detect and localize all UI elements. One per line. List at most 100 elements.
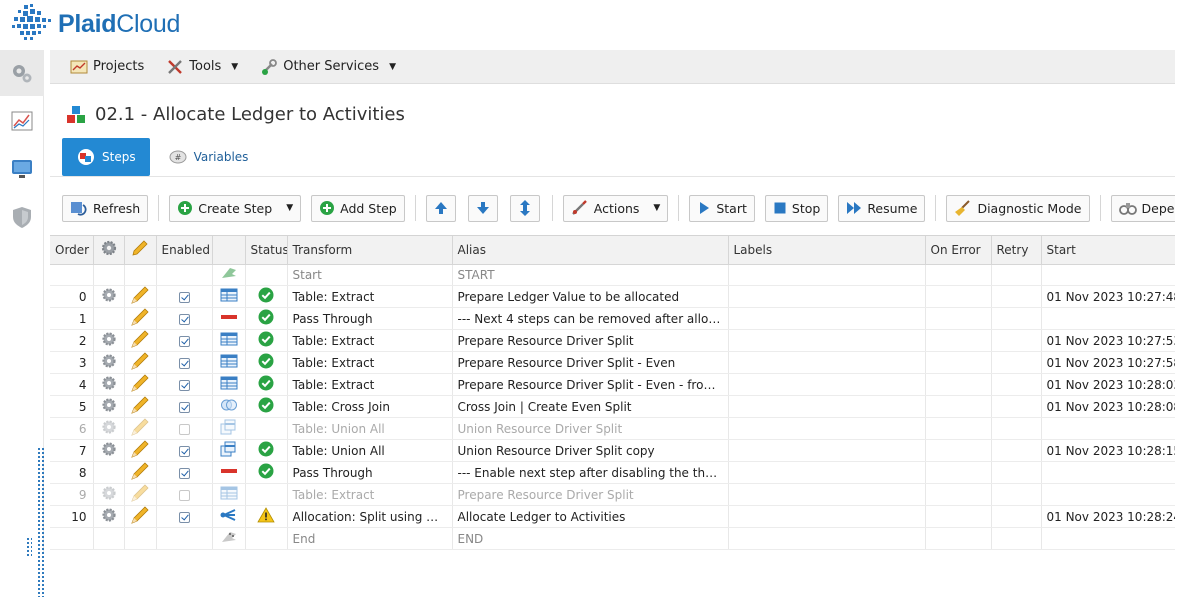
pencil-icon[interactable] — [131, 506, 149, 527]
col-header-status[interactable]: Status — [245, 236, 288, 265]
col-header-transform[interactable]: Transform — [287, 236, 453, 265]
enabled-checkbox[interactable] — [178, 291, 190, 303]
gear-icon[interactable] — [101, 354, 117, 372]
gear-icon[interactable] — [101, 376, 117, 394]
resume-button[interactable]: Resume — [838, 194, 926, 222]
table-row[interactable]: 8 Pass Through --- Enable next step after … — [50, 461, 1175, 485]
col-header-edit[interactable] — [124, 236, 157, 265]
cell-settings[interactable] — [93, 285, 125, 309]
menu-projects[interactable]: Projects — [70, 59, 144, 75]
gear-icon[interactable] — [101, 288, 117, 306]
col-header-enabled[interactable]: Enabled — [156, 236, 213, 265]
rail-item-workflows[interactable] — [0, 50, 44, 96]
enabled-checkbox[interactable] — [178, 401, 190, 413]
move-down-button[interactable] — [467, 194, 498, 222]
dependencies-button[interactable]: Depen — [1110, 194, 1175, 222]
table-row[interactable]: 5 Table: Cross Join Cross Join | Create Ev… — [50, 395, 1175, 419]
enabled-checkbox[interactable] — [178, 467, 190, 479]
plaidcloud-logo[interactable]: PlaidCloud — [10, 2, 180, 46]
col-header-type[interactable] — [212, 236, 246, 265]
cell-settings[interactable] — [93, 483, 125, 507]
pencil-icon[interactable] — [131, 396, 149, 417]
cell-edit[interactable] — [124, 351, 157, 375]
menu-other-services[interactable]: Other Services ▼ — [260, 58, 396, 76]
table-row[interactable]: 4 Table: Extract Prepare Resource Driver S… — [50, 373, 1175, 397]
rail-resize-handle[interactable] — [26, 537, 32, 557]
start-button[interactable]: Start — [689, 194, 755, 222]
pencil-icon[interactable] — [131, 286, 149, 307]
enabled-checkbox[interactable] — [178, 511, 190, 523]
rail-item-analytics[interactable] — [0, 98, 44, 144]
col-header-retry[interactable]: Retry — [991, 236, 1042, 265]
col-header-settings[interactable] — [93, 236, 125, 265]
table-row[interactable]: 9 Table: Extract Prepare Resource Driver S… — [50, 483, 1175, 507]
col-header-start[interactable]: Start — [1041, 236, 1175, 265]
gear-icon[interactable] — [101, 398, 117, 416]
cell-settings[interactable] — [93, 351, 125, 375]
gear-icon[interactable] — [101, 508, 117, 526]
diagnostic-mode-button[interactable]: Diagnostic Mode — [946, 194, 1090, 222]
pencil-icon[interactable] — [131, 440, 149, 461]
gear-icon[interactable] — [101, 332, 117, 350]
cell-edit[interactable] — [124, 439, 157, 463]
move-up-button[interactable] — [425, 194, 456, 222]
tab-steps[interactable]: Steps — [62, 138, 150, 176]
pencil-icon[interactable] — [131, 418, 149, 439]
move-to-button[interactable] — [509, 194, 540, 222]
cell-edit[interactable] — [124, 285, 157, 309]
table-row[interactable]: 1 Pass Through --- Next 4 steps can be rem… — [50, 307, 1175, 331]
cell-edit[interactable] — [124, 505, 157, 529]
create-step-button[interactable]: Create Step ▼ — [169, 194, 302, 222]
refresh-button[interactable]: Refresh — [62, 194, 149, 222]
enabled-checkbox[interactable] — [178, 357, 190, 369]
table-row[interactable]: 2 Table: Extract Prepare Resource Driver S… — [50, 329, 1175, 353]
pencil-icon[interactable] — [131, 330, 149, 351]
col-header-on-error[interactable]: On Error — [925, 236, 992, 265]
rail-item-security[interactable] — [0, 194, 44, 240]
menu-tools[interactable]: Tools ▼ — [166, 58, 238, 76]
col-header-alias[interactable]: Alias — [452, 236, 729, 265]
cell-settings[interactable] — [93, 373, 125, 397]
table-row[interactable]: End END — [50, 527, 1175, 551]
add-step-button[interactable]: Add Step — [311, 194, 405, 222]
cell-edit[interactable] — [124, 329, 157, 353]
col-header-order[interactable]: Order — [50, 236, 94, 265]
table-row[interactable]: 0 Table: Extract Prepare Ledger Value to b… — [50, 285, 1175, 309]
table-row[interactable]: 7 Table: Union All Union Resource Driver S… — [50, 439, 1175, 463]
pencil-icon[interactable] — [131, 374, 149, 395]
gear-icon[interactable] — [101, 420, 117, 438]
pencil-icon[interactable] — [131, 308, 149, 329]
pencil-icon[interactable] — [131, 352, 149, 373]
cell-edit[interactable] — [124, 373, 157, 397]
cell-edit[interactable] — [124, 307, 157, 331]
pencil-icon[interactable] — [131, 462, 149, 483]
tab-variables[interactable]: # Variables — [154, 138, 263, 176]
enabled-checkbox[interactable] — [178, 313, 190, 325]
table-row[interactable]: Start START — [50, 264, 1175, 287]
gear-icon[interactable] — [101, 486, 117, 504]
cell-settings[interactable] — [93, 329, 125, 353]
cell-settings[interactable] — [93, 417, 125, 441]
cell-settings[interactable] — [93, 395, 125, 419]
cell-edit[interactable] — [124, 483, 157, 507]
pencil-icon[interactable] — [131, 484, 149, 505]
cell-edit[interactable] — [124, 461, 157, 485]
cell-alias: Prepare Ledger Value to be allocated — [452, 285, 729, 309]
enabled-checkbox[interactable] — [178, 489, 190, 501]
table-row[interactable]: 3 Table: Extract Prepare Resource Driver S… — [50, 351, 1175, 375]
cell-settings[interactable] — [93, 439, 125, 463]
cell-edit[interactable] — [124, 417, 157, 441]
enabled-checkbox[interactable] — [178, 379, 190, 391]
actions-button[interactable]: Actions ▼ — [562, 194, 669, 222]
gear-icon[interactable] — [101, 442, 117, 460]
table-row[interactable]: 10 Allocation: Split using D... Allocate L… — [50, 505, 1175, 529]
stop-button[interactable]: Stop — [764, 194, 829, 222]
cell-edit[interactable] — [124, 395, 157, 419]
col-header-labels[interactable]: Labels — [728, 236, 926, 265]
cell-settings[interactable] — [93, 505, 125, 529]
enabled-checkbox[interactable] — [178, 445, 190, 457]
enabled-checkbox[interactable] — [178, 335, 190, 347]
rail-item-data[interactable] — [0, 146, 44, 192]
table-row[interactable]: 6 Table: Union All Union Resource Driver S… — [50, 417, 1175, 441]
enabled-checkbox[interactable] — [178, 423, 190, 435]
